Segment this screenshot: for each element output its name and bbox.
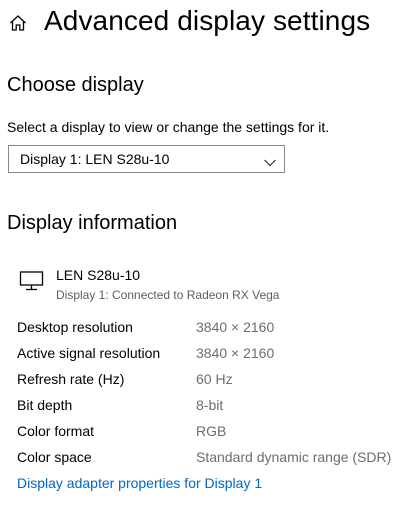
- info-value: RGB: [196, 423, 227, 439]
- info-row-refresh-rate: Refresh rate (Hz) 60 Hz: [0, 366, 409, 392]
- info-label: Desktop resolution: [17, 319, 133, 335]
- monitor-icon: [19, 270, 45, 292]
- display-select-dropdown[interactable]: Display 1: LEN S28u-10: [8, 145, 285, 173]
- info-label: Bit depth: [17, 397, 73, 413]
- info-row-active-signal-resolution: Active signal resolution 3840 × 2160: [0, 340, 409, 366]
- info-label: Active signal resolution: [17, 345, 161, 361]
- chevron-down-icon: [264, 154, 276, 167]
- monitor-name: LEN S28u-10: [56, 267, 141, 283]
- info-label: Color space: [17, 449, 92, 465]
- display-adapter-properties-link[interactable]: Display adapter properties for Display 1: [17, 474, 262, 492]
- info-row-color-format: Color format RGB: [0, 418, 409, 444]
- info-value: 3840 × 2160: [196, 345, 275, 361]
- choose-display-instruction: Select a display to view or change the s…: [7, 119, 330, 135]
- info-row-desktop-resolution: Desktop resolution 3840 × 2160: [0, 314, 409, 340]
- info-label: Refresh rate (Hz): [17, 371, 125, 387]
- page-title: Advanced display settings: [44, 5, 371, 36]
- info-value: 8-bit: [196, 397, 224, 413]
- header: Advanced display settings: [0, 0, 409, 44]
- info-value: 60 Hz: [196, 371, 233, 387]
- display-information-heading: Display information: [7, 212, 178, 234]
- display-select-value: Display 1: LEN S28u-10: [20, 151, 170, 167]
- home-icon[interactable]: [9, 14, 27, 32]
- info-value: 3840 × 2160: [196, 319, 275, 335]
- monitor-connection-info: Display 1: Connected to Radeon RX Vega: [56, 288, 280, 302]
- info-row-bit-depth: Bit depth 8-bit: [0, 392, 409, 418]
- choose-display-heading: Choose display: [7, 74, 144, 96]
- info-row-color-space: Color space Standard dynamic range (SDR): [0, 444, 409, 470]
- info-label: Color format: [17, 423, 95, 439]
- info-value: Standard dynamic range (SDR): [196, 449, 392, 465]
